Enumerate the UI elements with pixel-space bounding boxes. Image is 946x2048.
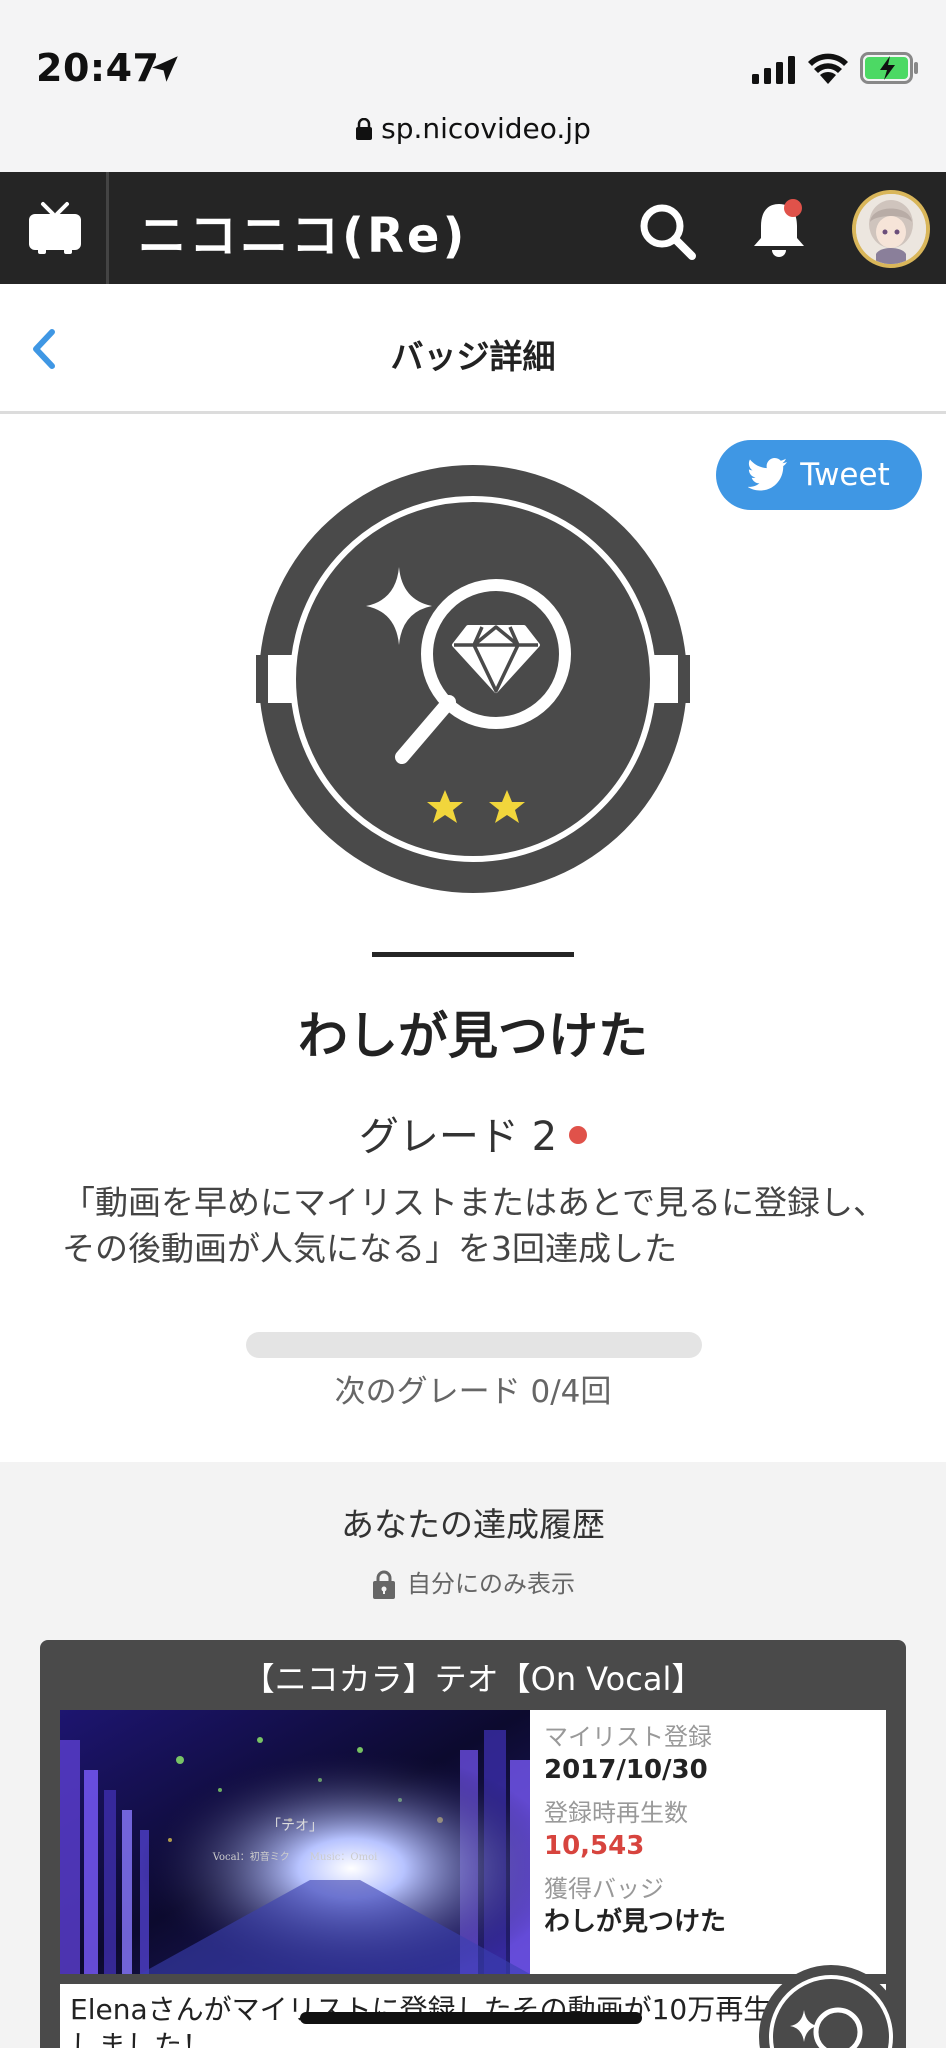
achievement-meta: マイリスト登録 2017/10/30 登録時再生数 10,543 獲得バッジ わ… <box>544 1722 874 1950</box>
badge-emblem <box>256 465 690 893</box>
location-arrow-icon <box>152 56 178 82</box>
thumbnail-credits: Vocal：初音ミク Music：Omoi <box>212 1850 378 1863</box>
tweet-label: Tweet <box>800 457 890 493</box>
header-divider <box>106 172 109 284</box>
history-title: あなたの達成履歴 <box>341 1505 605 1544</box>
title-divider <box>372 952 574 957</box>
views-label: 登録時再生数 <box>544 1799 688 1827</box>
home-indicator <box>300 2012 642 2024</box>
privacy-label: 自分にのみ表示 <box>407 1570 575 1598</box>
title-bar: バッジ詳細 <box>0 284 946 414</box>
page-title: バッジ詳細 <box>390 337 556 376</box>
mylist-date: 2017/10/30 <box>544 1755 708 1785</box>
grade-label: グレード 2 <box>358 1114 558 1160</box>
video-thumbnail[interactable]: 「テオ」 Vocal：初音ミク Music：Omoi <box>60 1710 530 1974</box>
twitter-bird-icon <box>748 458 788 491</box>
tv-icon[interactable] <box>26 200 84 256</box>
thumbnail-image: 「テオ」 Vocal：初音ミク Music：Omoi <box>60 1710 530 1974</box>
site-logo[interactable]: ニコニコ(Re) <box>138 196 467 266</box>
grade-label-row: グレード 2 <box>0 1104 946 1162</box>
mylist-label: マイリスト登録 <box>544 1723 712 1751</box>
views-value: 10,543 <box>544 1831 645 1861</box>
privacy-note: 自分にのみ表示 <box>0 1564 946 1599</box>
status-bar: 20:47 sp.nicovideo.jp <box>0 0 946 172</box>
lock-icon <box>373 1570 395 1599</box>
next-grade-label: 次のグレード 0/4回 <box>334 1374 612 1410</box>
url-text: sp.nicovideo.jp <box>381 112 591 145</box>
address-bar[interactable]: sp.nicovideo.jp <box>0 112 946 145</box>
avatar-image <box>856 194 926 264</box>
grade-progress-bar <box>246 1332 702 1358</box>
battery-charging-icon <box>860 52 918 84</box>
earned-badge-label: 獲得バッジ <box>544 1875 664 1903</box>
achievement-history: あなたの達成履歴 自分にのみ表示 【ニコカラ】テオ【On Vocal】 「テオ」… <box>0 1462 946 2048</box>
wifi-icon <box>808 53 848 84</box>
tweet-button[interactable]: Tweet <box>716 440 922 510</box>
video-title[interactable]: 【ニコカラ】テオ【On Vocal】 <box>40 1654 906 1700</box>
badge-name: わしが見つけた <box>298 1007 648 1065</box>
thumbnail-caption: 「テオ」 <box>267 1818 323 1834</box>
bell-icon[interactable] <box>748 196 810 262</box>
badge-description: 「動画を早めにマイリストまたはあとで見るに登録し、その後動画が人気になる」を3回… <box>62 1183 887 1268</box>
grade-dot-icon <box>569 1126 588 1144</box>
mini-badge-icon <box>759 1965 903 2048</box>
avatar[interactable] <box>852 190 930 268</box>
history-card-body: 「テオ」 Vocal：初音ミク Music：Omoi マイリスト登録 2017/… <box>60 1710 886 1974</box>
earned-badge-value: わしが見つけた <box>544 1907 727 1937</box>
lock-icon <box>356 118 373 140</box>
history-card[interactable]: 【ニコカラ】テオ【On Vocal】 「テオ」 Vocal：初音ミク Music… <box>40 1640 906 2048</box>
app-header: ニコニコ(Re) <box>0 172 946 284</box>
cellular-signal-icon <box>752 56 795 84</box>
status-time: 20:47 <box>36 46 160 90</box>
search-icon[interactable] <box>636 200 698 262</box>
